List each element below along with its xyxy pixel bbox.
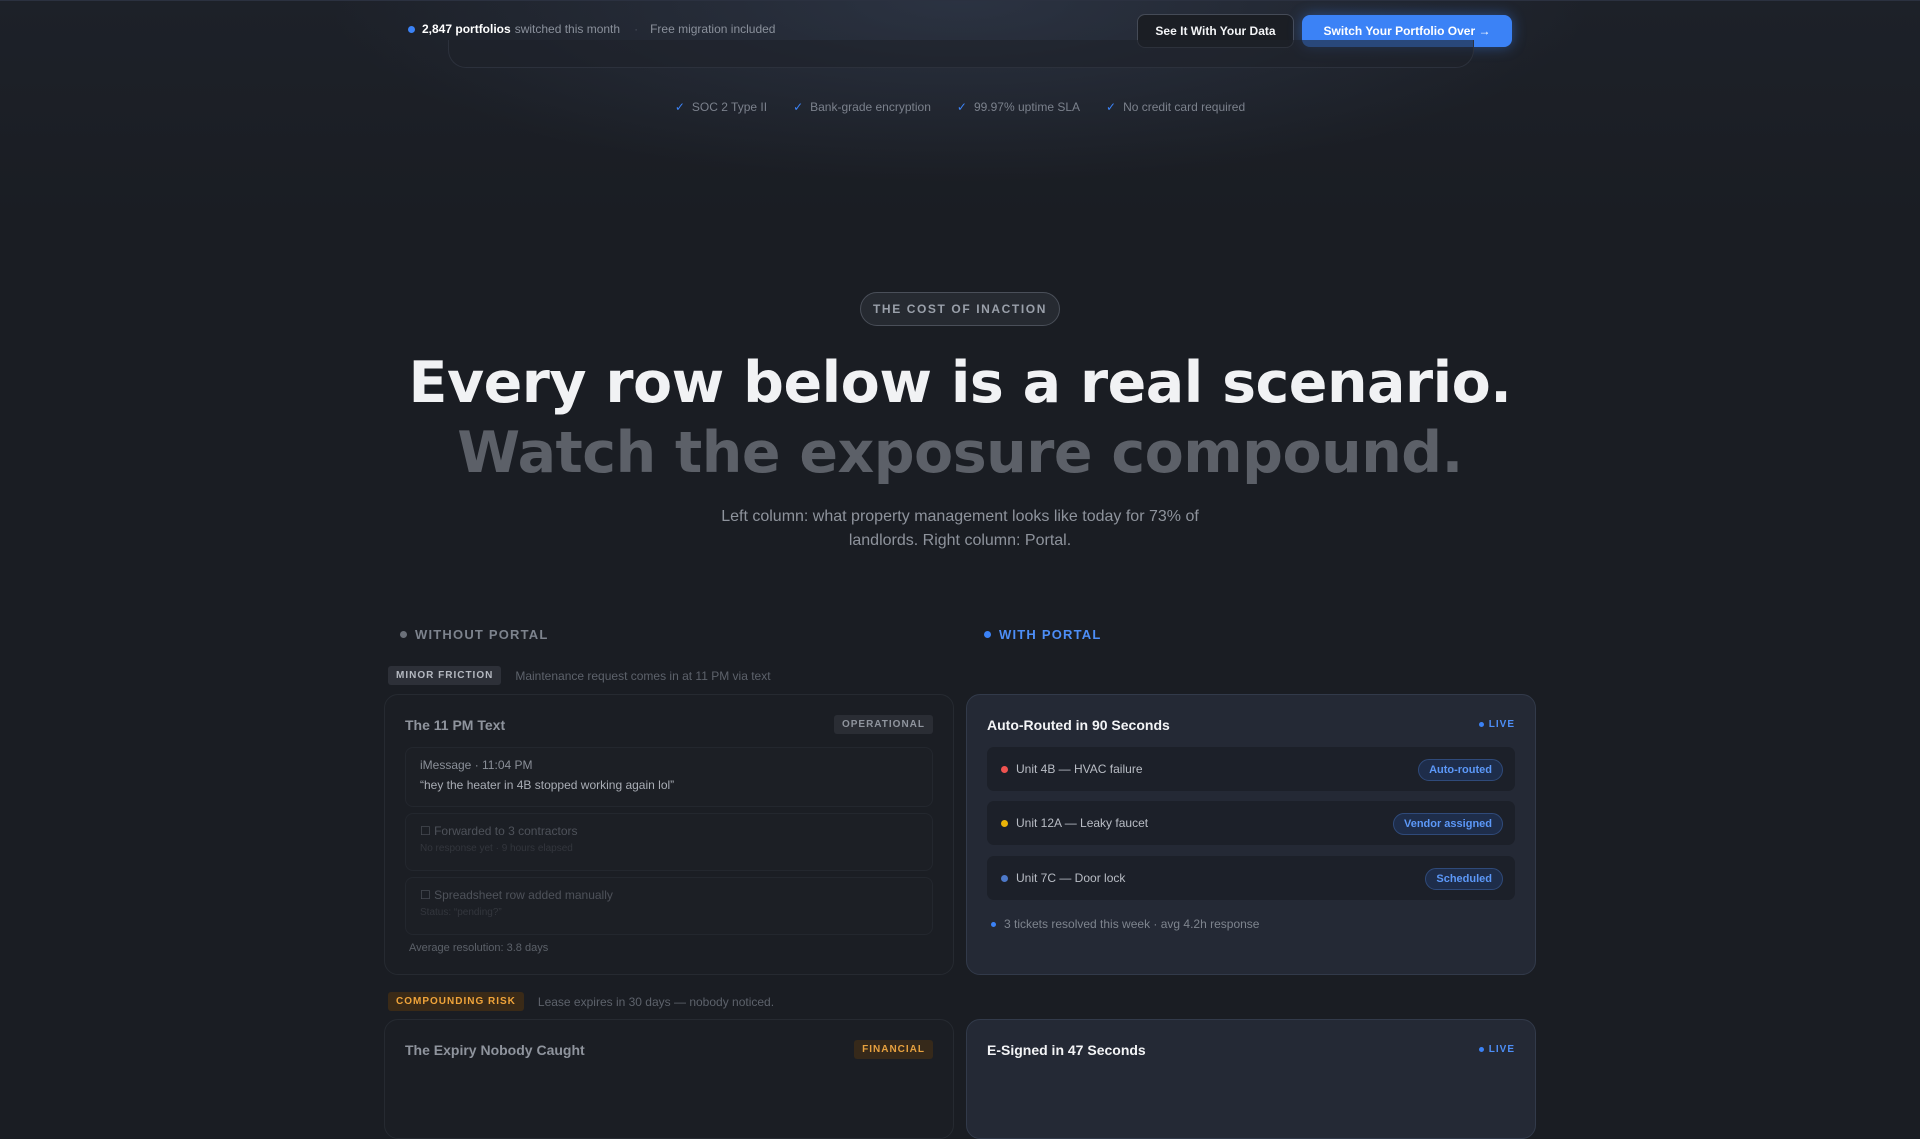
column-label-without-portal: WITHOUT PORTAL xyxy=(400,627,549,642)
category-badge: FINANCIAL xyxy=(854,1040,933,1059)
priority-dot-icon xyxy=(1001,765,1008,773)
footnote-text: 3 tickets resolved this week · avg 4.2h … xyxy=(1004,917,1260,931)
section-eyebrow: THE COST OF INACTION xyxy=(860,292,1060,326)
priority-dot-icon xyxy=(1001,874,1008,882)
separator: · xyxy=(634,22,639,36)
without-portal-card: The 11 PM Text OPERATIONAL iMessage · 11… xyxy=(384,694,954,975)
ticket-row[interactable]: Unit 4B — HVAC failure Auto-routed xyxy=(987,747,1515,791)
ticket-status-pill: Scheduled xyxy=(1425,868,1503,890)
live-label: LIVE xyxy=(1488,1044,1515,1055)
card-title: E-Signed in 47 Seconds xyxy=(987,1042,1146,1058)
live-dot-icon xyxy=(1478,1047,1484,1052)
resolution-footnote: 3 tickets resolved this week · avg 4.2h … xyxy=(991,917,1259,931)
column-label-text: WITH PORTAL xyxy=(999,627,1102,642)
manual-step: ☐ Forwarded to 3 contractors No response… xyxy=(405,813,933,871)
trust-badges: ✓ SOC 2 Type II ✓ Bank-grade encryption … xyxy=(0,100,1920,114)
priority-dot-icon xyxy=(1001,819,1008,827)
without-portal-card: The Expiry Nobody Caught FINANCIAL xyxy=(384,1019,954,1139)
step-sublabel: No response yet · 9 hours elapsed xyxy=(420,843,573,854)
text-message: iMessage · 11:04 PM “hey the heater in 4… xyxy=(405,747,933,807)
ticket-status-pill: Vendor assigned xyxy=(1392,813,1503,835)
migration-note: Free migration included xyxy=(650,22,776,36)
social-proof: 2,847 portfolios switched this month · F… xyxy=(408,22,775,36)
manual-step: ☐ Spreadsheet row added manually Status:… xyxy=(405,877,933,935)
check-icon: ✓ xyxy=(956,100,967,114)
step-label: ☐ Spreadsheet row added manually xyxy=(420,888,613,902)
step-sublabel: Status: “pending?” xyxy=(420,907,502,918)
ticket-row[interactable]: Unit 12A — Leaky faucet Vendor assigned xyxy=(987,801,1515,845)
trust-item-soc2: ✓ SOC 2 Type II xyxy=(675,100,767,114)
severity-tag: MINOR FRICTION xyxy=(388,666,502,685)
column-label-with-portal: WITH PORTAL xyxy=(984,627,1102,642)
status-dot-icon xyxy=(408,25,415,33)
card-title: The 11 PM Text xyxy=(405,717,506,733)
trust-label: 99.97% uptime SLA xyxy=(973,100,1081,114)
portfolio-count: 2,847 portfolios xyxy=(422,22,511,36)
section-headline: Every row below is a real scenario. xyxy=(408,350,1512,416)
live-indicator: LIVE xyxy=(1478,1044,1515,1055)
ticket-row[interactable]: Unit 7C — Door lock Scheduled xyxy=(987,856,1515,900)
scenario-description: Lease expires in 30 days — nobody notice… xyxy=(537,994,775,1009)
card-title: The Expiry Nobody Caught xyxy=(405,1042,585,1058)
with-portal-card: Auto-Routed in 90 Seconds LIVE Unit 4B —… xyxy=(966,694,1536,975)
scenario-row-2: COMPOUNDING RISK Lease expires in 30 day… xyxy=(388,992,774,1011)
portfolio-count-suffix: switched this month xyxy=(514,22,621,36)
ticket-label: Unit 4B — HVAC failure xyxy=(1016,762,1143,776)
trust-label: Bank-grade encryption xyxy=(810,100,931,114)
trust-item-no-card: ✓ No credit card required xyxy=(1106,100,1245,114)
column-dot-icon xyxy=(400,631,407,638)
ticket-status-pill: Auto-routed xyxy=(1418,759,1503,781)
trust-label: No credit card required xyxy=(1123,100,1246,114)
step-label: ☐ Forwarded to 3 contractors xyxy=(420,824,578,838)
with-portal-card: E-Signed in 47 Seconds LIVE xyxy=(966,1019,1536,1139)
status-dot-icon xyxy=(991,921,996,927)
category-badge: OPERATIONAL xyxy=(833,715,933,734)
live-dot-icon xyxy=(1478,722,1484,727)
trust-label: SOC 2 Type II xyxy=(691,100,768,114)
card-title: Auto-Routed in 90 Seconds xyxy=(987,717,1170,733)
trust-item-uptime: ✓ 99.97% uptime SLA xyxy=(957,100,1080,114)
hero-card-bottom-edge xyxy=(448,40,1474,68)
check-icon: ✓ xyxy=(674,100,685,114)
message-text: “hey the heater in 4B stopped working ag… xyxy=(420,778,675,792)
message-meta: iMessage · 11:04 PM xyxy=(420,758,533,772)
scenario-row-1: MINOR FRICTION Maintenance request comes… xyxy=(388,666,771,685)
scenario-description: Maintenance request comes in at 11 PM vi… xyxy=(515,668,771,683)
check-icon: ✓ xyxy=(1106,100,1117,114)
live-label: LIVE xyxy=(1488,719,1515,730)
ticket-label: Unit 12A — Leaky faucet xyxy=(1016,816,1149,830)
trust-item-encryption: ✓ Bank-grade encryption xyxy=(793,100,931,114)
ticket-label: Unit 7C — Door lock xyxy=(1016,871,1126,885)
column-dot-icon xyxy=(984,631,991,638)
check-icon: ✓ xyxy=(793,100,804,114)
section-headline-muted: Watch the exposure compound. xyxy=(457,420,1463,486)
resolution-footnote: Average resolution: 3.8 days xyxy=(409,942,549,954)
severity-tag: COMPOUNDING RISK xyxy=(388,992,524,1011)
column-label-text: WITHOUT PORTAL xyxy=(415,627,549,642)
live-indicator: LIVE xyxy=(1478,719,1515,730)
section-lede: Left column: what property management lo… xyxy=(721,508,1199,549)
